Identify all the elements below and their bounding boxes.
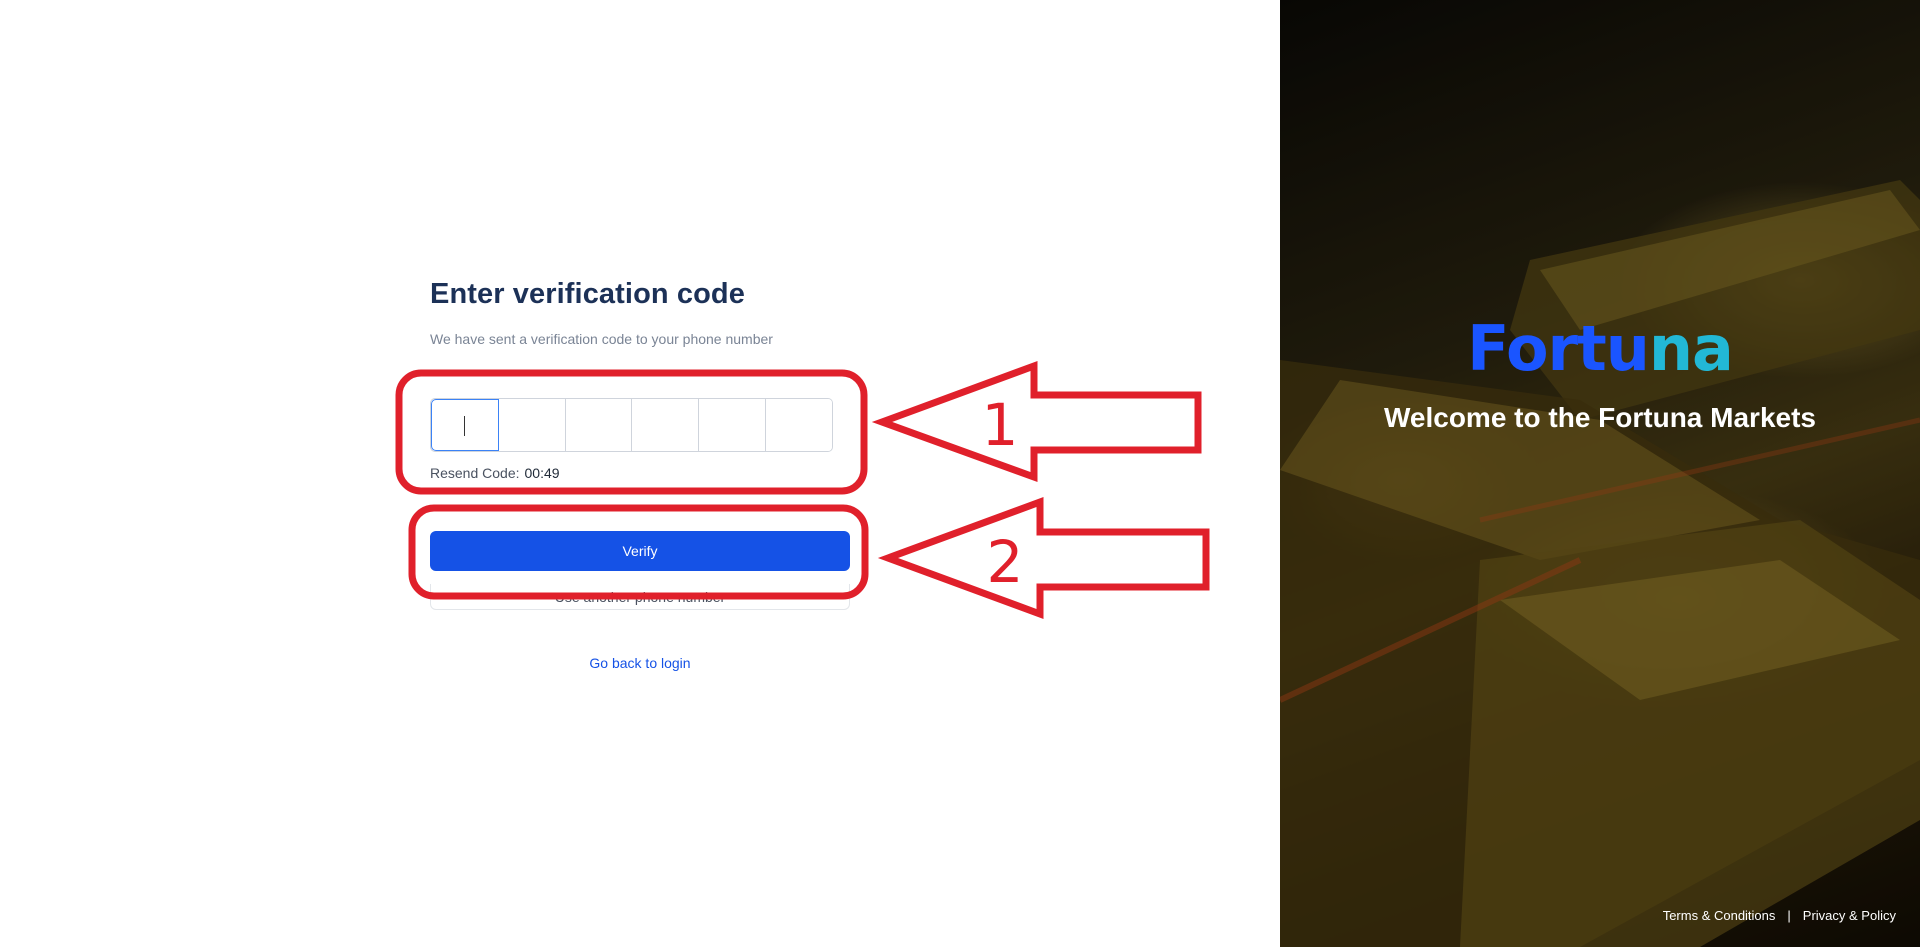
verification-form: Enter verification code We have sent a v…: [430, 278, 850, 671]
logo-accent-text: na: [1648, 312, 1734, 385]
welcome-heading: Welcome to the Fortuna Markets: [1383, 402, 1816, 433]
resend-code: Resend Code: 00:49: [430, 465, 560, 481]
otp-input-group: [430, 398, 833, 452]
resend-label: Resend Code:: [430, 465, 520, 481]
otp-cell-1[interactable]: [431, 399, 499, 451]
footer-links: Terms & Conditions | Privacy & Policy: [1663, 908, 1896, 923]
page-title: Enter verification code: [430, 278, 745, 310]
annotation-label-2: 2: [987, 528, 1024, 596]
annotation-overlay: 1 2: [395, 360, 1210, 620]
text-caret: [464, 416, 465, 436]
otp-cell-3[interactable]: [565, 399, 633, 451]
fortuna-logo: Fortuna: [1280, 312, 1920, 385]
use-another-phone-button[interactable]: Use another phone number: [430, 584, 850, 610]
background-dim: [1280, 0, 1920, 947]
arrow-1: [871, 360, 1202, 482]
footer-separator: |: [1787, 908, 1791, 923]
resend-timer: 00:49: [524, 465, 560, 481]
otp-cell-2[interactable]: [498, 399, 566, 451]
otp-cell-6[interactable]: [766, 399, 832, 451]
verify-button[interactable]: Verify: [430, 531, 850, 571]
verification-panel: Enter verification code We have sent a v…: [0, 0, 1280, 947]
brand-panel: Fortuna Welcome to the Fortuna Markets T…: [1280, 0, 1920, 947]
page-subtitle: We have sent a verification code to your…: [430, 331, 773, 347]
otp-cell-5[interactable]: [699, 399, 767, 451]
terms-link[interactable]: Terms & Conditions: [1663, 908, 1776, 923]
arrow-2: [877, 496, 1210, 620]
back-to-login-link[interactable]: Go back to login: [430, 655, 850, 671]
privacy-link[interactable]: Privacy & Policy: [1803, 908, 1896, 923]
otp-cell-4[interactable]: [632, 399, 700, 451]
annotation-label-1: 1: [982, 391, 1019, 459]
logo-main-text: Fortu: [1467, 312, 1650, 385]
